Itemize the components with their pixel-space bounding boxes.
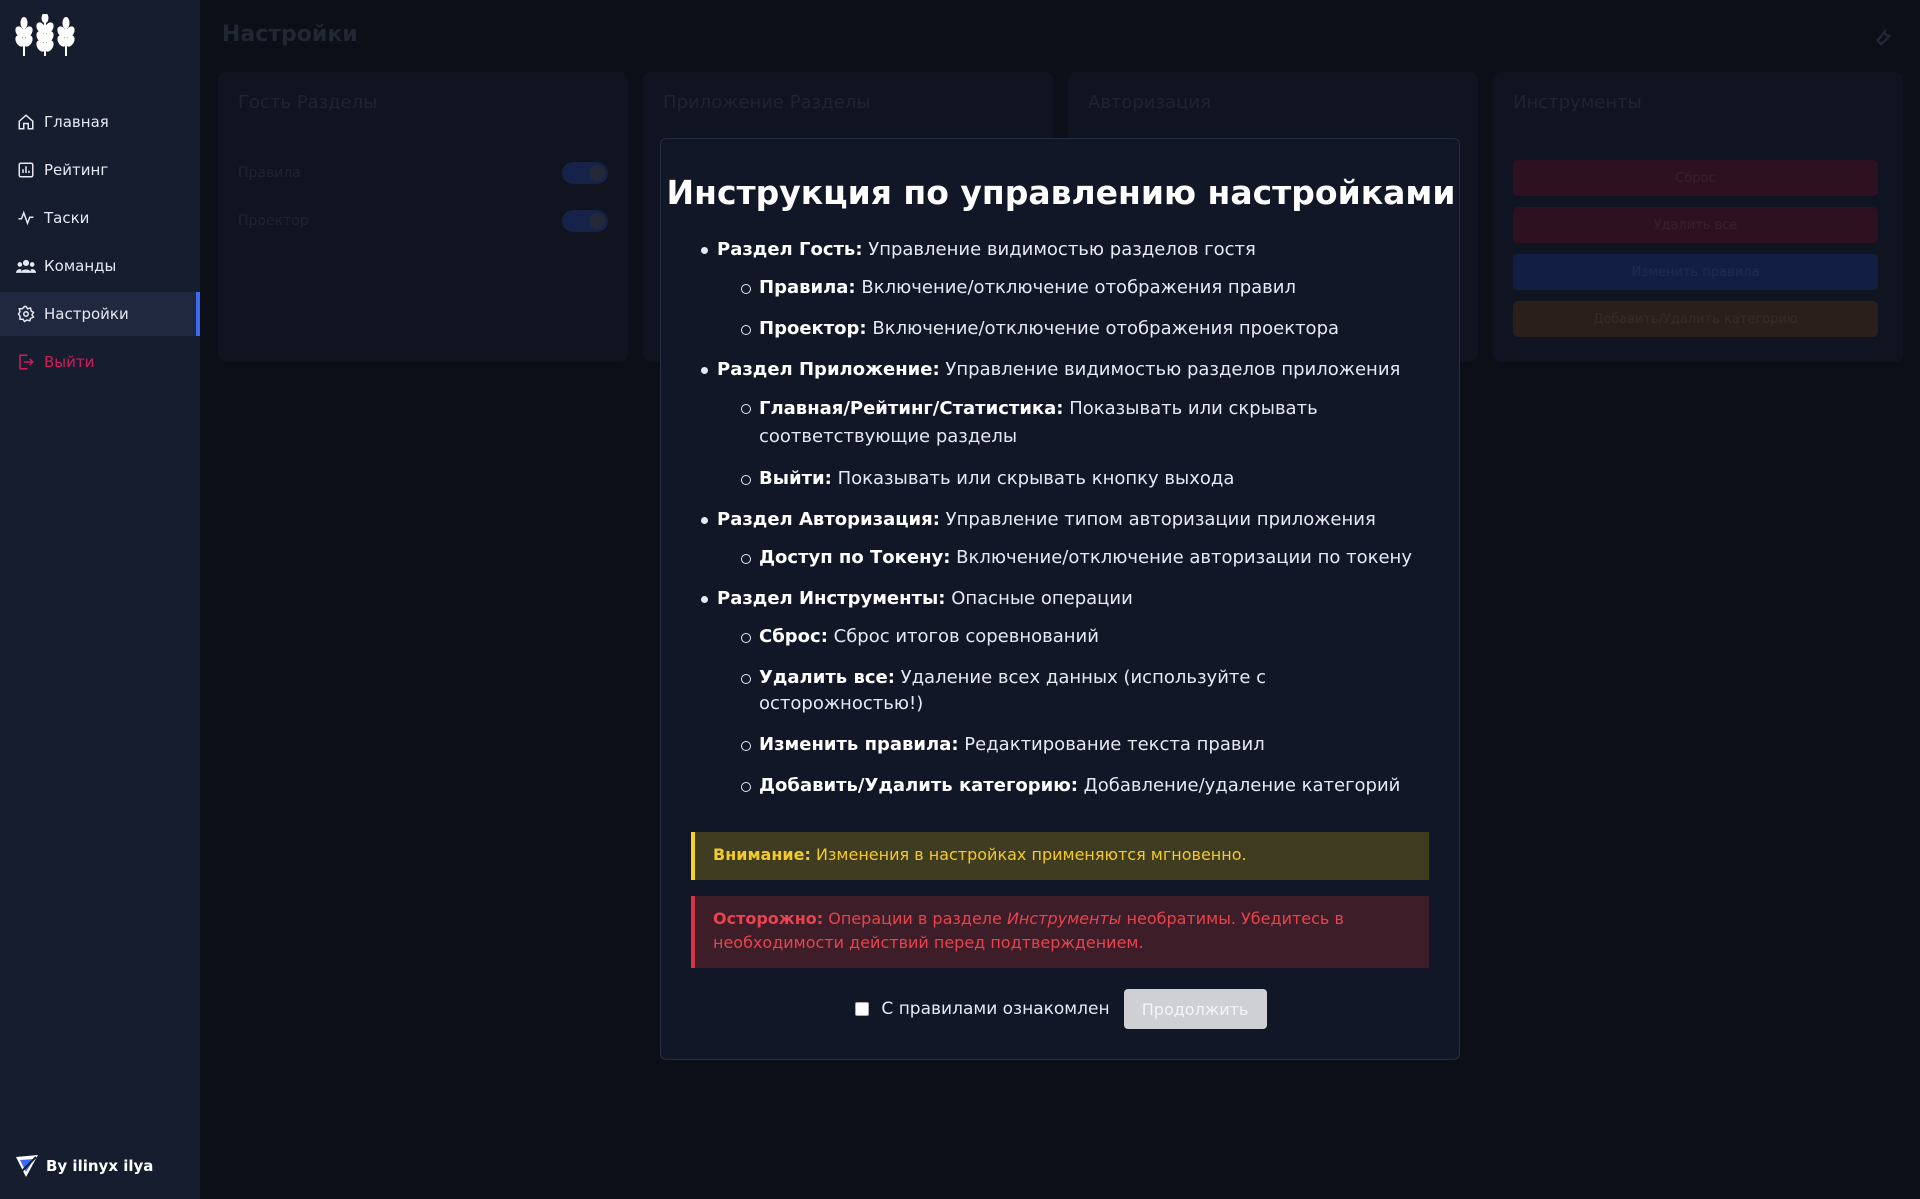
- users-icon: [16, 256, 36, 276]
- section-text: Опасные операции: [945, 588, 1133, 609]
- gear-icon: [16, 304, 36, 324]
- item-text: Включение/отключение отображения проекто…: [866, 318, 1340, 339]
- item-head: Доступ по Токену:: [759, 547, 951, 568]
- continue-button[interactable]: Продолжить: [1123, 989, 1267, 1029]
- home-icon: [16, 112, 36, 132]
- sidebar: Главная Рейтинг Таски Команды Настройки: [0, 0, 200, 1199]
- list-item: Изменить правила: Редактирование текста …: [717, 732, 1429, 758]
- item-text: Включение/отключение отображения правил: [855, 277, 1296, 298]
- list-item: Главная/Рейтинг/Статистика: Показывать и…: [717, 395, 1429, 451]
- section-tools: Раздел Инструменты: Опасные операции Сбр…: [699, 586, 1429, 799]
- item-head: Добавить/Удалить категорию:: [759, 775, 1078, 796]
- section-text: Управление видимостью разделов гостя: [862, 239, 1256, 260]
- list-item: Правила: Включение/отключение отображени…: [717, 275, 1429, 301]
- sidebar-item-label: Выйти: [44, 353, 95, 371]
- sidebar-item-label: Таски: [44, 209, 90, 227]
- danger-text-pre: Операции в разделе: [823, 909, 1007, 928]
- item-text: Добавление/удаление категорий: [1077, 775, 1401, 796]
- section-auth: Раздел Авторизация: Управление типом авт…: [699, 507, 1429, 571]
- settings-instructions-modal: Инструкция по управлению настройками Раз…: [660, 138, 1460, 1060]
- author-credit: By ilinyx ilya: [14, 1153, 153, 1179]
- logout-icon: [16, 352, 36, 372]
- modal-title: Инструкция по управлению настройками: [666, 173, 1456, 212]
- list-item: Выйти: Показывать или скрывать кнопку вы…: [717, 466, 1429, 492]
- activity-icon: [16, 208, 36, 228]
- warning-head: Внимание:: [713, 845, 811, 864]
- item-text: Включение/отключение авторизации по токе…: [950, 547, 1412, 568]
- list-item: Добавить/Удалить категорию: Добавление/у…: [717, 773, 1429, 799]
- item-head: Выйти:: [759, 468, 832, 489]
- item-head: Проектор:: [759, 318, 867, 339]
- section-app: Раздел Приложение: Управление видимостью…: [699, 357, 1429, 492]
- sidebar-item-label: Настройки: [44, 305, 129, 323]
- sidebar-item-logout[interactable]: Выйти: [0, 340, 200, 384]
- item-head: Правила:: [759, 277, 856, 298]
- section-text: Управление типом авторизации приложения: [939, 509, 1376, 530]
- sidebar-nav: Главная Рейтинг Таски Команды Настройки: [0, 100, 200, 388]
- list-item: Доступ по Токену: Включение/отключение а…: [717, 545, 1429, 571]
- section-text: Управление видимостью разделов приложени…: [939, 359, 1401, 380]
- chart-icon: [16, 160, 36, 180]
- sidebar-item-rating[interactable]: Рейтинг: [0, 148, 200, 192]
- sidebar-item-label: Команды: [44, 257, 117, 275]
- sidebar-item-label: Рейтинг: [44, 161, 109, 179]
- item-text: Сброс итогов соревнований: [827, 626, 1099, 647]
- sidebar-item-settings[interactable]: Настройки: [0, 292, 200, 336]
- rules-acknowledged-checkbox[interactable]: [855, 1002, 870, 1016]
- section-head: Раздел Авторизация:: [717, 509, 940, 530]
- instructions-list: Раздел Гость: Управление видимостью разд…: [699, 237, 1429, 814]
- list-item: Проектор: Включение/отключение отображен…: [717, 316, 1429, 342]
- danger-alert: Осторожно: Операции в разделе Инструмент…: [691, 896, 1429, 968]
- danger-text-emphasis: Инструменты: [1006, 909, 1122, 928]
- author-label: By ilinyx ilya: [46, 1157, 154, 1175]
- item-head: Сброс:: [759, 626, 828, 647]
- item-text: Показывать или скрывать кнопку выхода: [831, 468, 1235, 489]
- checkbox-label: С правилами ознакомлен: [881, 999, 1110, 1019]
- warning-text: Изменения в настройках применяются мгнов…: [810, 845, 1247, 864]
- list-item: Сброс: Сброс итогов соревнований: [717, 624, 1429, 650]
- item-head: Изменить правила:: [759, 734, 959, 755]
- item-text: Редактирование текста правил: [958, 734, 1265, 755]
- sidebar-item-label: Главная: [44, 113, 109, 131]
- danger-head: Осторожно:: [713, 909, 824, 928]
- section-head: Раздел Приложение:: [717, 359, 940, 380]
- item-head: Удалить все:: [759, 667, 895, 688]
- item-head: Главная/Рейтинг/Статистика:: [759, 398, 1064, 419]
- section-head: Раздел Гость:: [717, 239, 863, 260]
- section-head: Раздел Инструменты:: [717, 588, 946, 609]
- list-item: Удалить все: Удаление всех данных (испол…: [717, 665, 1429, 717]
- modal-actions: С правилами ознакомлен Продолжить: [661, 989, 1461, 1029]
- sidebar-item-teams[interactable]: Команды: [0, 244, 200, 288]
- wheat-logo-icon: [15, 14, 75, 56]
- warning-alert: Внимание: Изменения в настройках применя…: [691, 832, 1429, 880]
- rules-acknowledged-checkbox-row[interactable]: С правилами ознакомлен: [855, 999, 1110, 1019]
- section-guest: Раздел Гость: Управление видимостью разд…: [699, 237, 1429, 342]
- author-logo-icon: [14, 1153, 40, 1179]
- sidebar-item-tasks[interactable]: Таски: [0, 196, 200, 240]
- sidebar-item-home[interactable]: Главная: [0, 100, 200, 144]
